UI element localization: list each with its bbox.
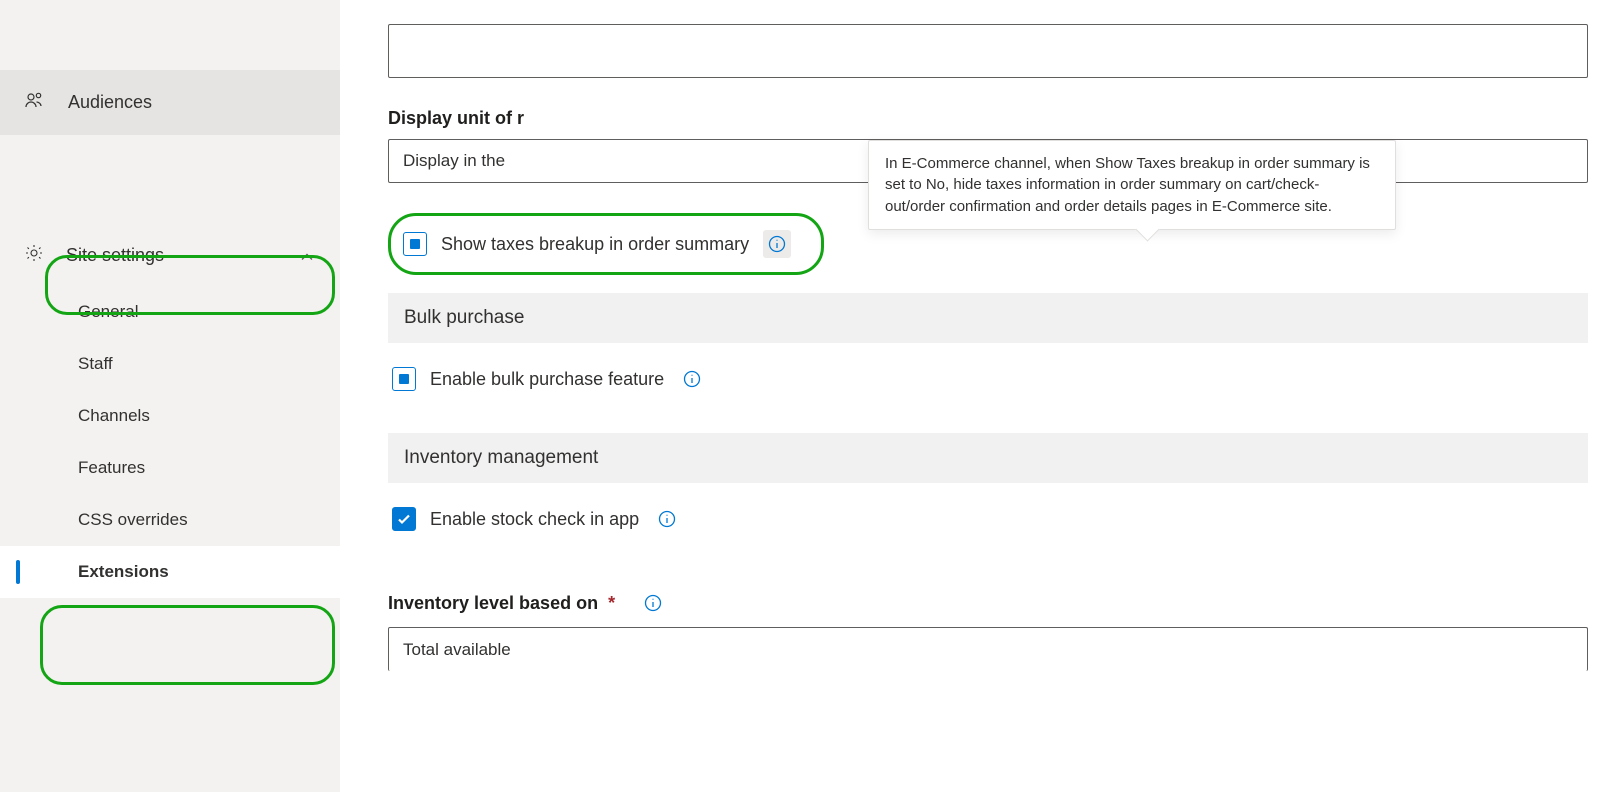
- input-field-top[interactable]: [388, 24, 1588, 78]
- sidebar-item-staff[interactable]: Staff: [0, 338, 340, 390]
- tooltip-text: In E-Commerce channel, when Show Taxes b…: [885, 155, 1370, 215]
- section-inventory-management: Inventory management: [388, 433, 1588, 483]
- checkbox-label: Enable bulk purchase feature: [430, 369, 664, 390]
- checkbox-show-taxes[interactable]: [403, 232, 427, 256]
- inventory-level-label-row: Inventory level based on *: [388, 589, 1599, 617]
- sidebar-item-audiences[interactable]: Audiences: [0, 70, 340, 135]
- checkbox-label: Show taxes breakup in order summary: [441, 234, 749, 255]
- inventory-level-value: Total available: [403, 640, 511, 660]
- inventory-level-label: Inventory level based on: [388, 593, 598, 614]
- section-bulk-purchase: Bulk purchase: [388, 293, 1588, 343]
- audiences-icon: [24, 90, 44, 115]
- info-icon-inventory-level[interactable]: [639, 589, 667, 617]
- display-unit-value: Display in the: [403, 151, 505, 171]
- sidebar-group-label: Site settings: [66, 245, 164, 266]
- info-icon-show-taxes[interactable]: [763, 230, 791, 258]
- row-show-taxes-breakup: Show taxes breakup in order summary: [388, 213, 824, 275]
- sidebar-item-general[interactable]: General: [0, 286, 340, 338]
- sidebar-item-channels[interactable]: Channels: [0, 390, 340, 442]
- sidebar-item-site-settings[interactable]: Site settings: [0, 225, 340, 286]
- sidebar-item-features[interactable]: Features: [0, 442, 340, 494]
- checkbox-stock-check[interactable]: [392, 507, 416, 531]
- display-unit-label: Display unit of r: [388, 108, 1599, 129]
- inventory-level-select[interactable]: Total available: [388, 627, 1588, 671]
- checkbox-label: Enable stock check in app: [430, 509, 639, 530]
- info-icon-bulk[interactable]: [678, 365, 706, 393]
- row-stock-check: Enable stock check in app: [388, 483, 1599, 555]
- chevron-up-icon: [300, 245, 314, 266]
- sidebar-item-label: Audiences: [68, 92, 152, 113]
- info-icon-stock[interactable]: [653, 505, 681, 533]
- checkbox-bulk-purchase[interactable]: [392, 367, 416, 391]
- sidebar-item-extensions[interactable]: Extensions: [0, 546, 340, 598]
- main-content: Display unit of r Display in the In E-Co…: [340, 0, 1599, 792]
- sidebar: Audiences Site settings General Staff Ch…: [0, 0, 340, 792]
- display-unit-label-text: Display unit of r: [388, 108, 524, 129]
- sidebar-item-css-overrides[interactable]: CSS overrides: [0, 494, 340, 546]
- required-asterisk: *: [608, 593, 615, 614]
- gear-icon: [24, 243, 44, 268]
- row-enable-bulk: Enable bulk purchase feature: [388, 343, 1599, 415]
- tooltip-taxes-breakup: In E-Commerce channel, when Show Taxes b…: [868, 140, 1396, 230]
